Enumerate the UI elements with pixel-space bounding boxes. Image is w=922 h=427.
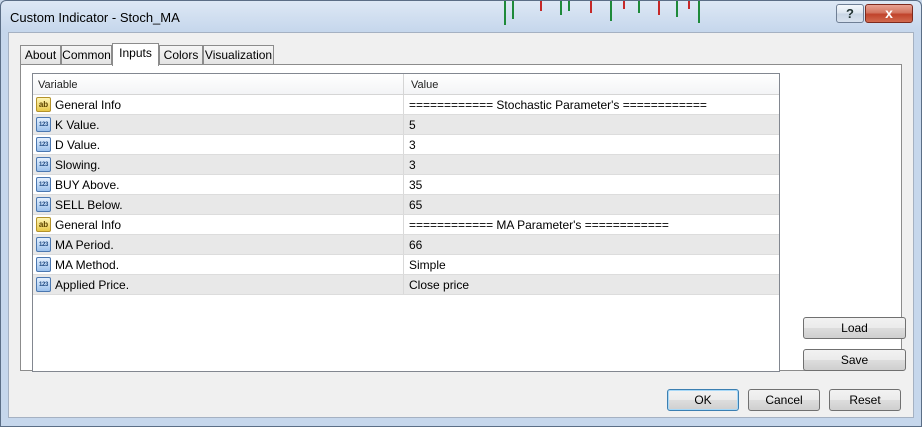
number-type-icon: 123 [36,277,51,292]
help-icon: ? [846,6,854,21]
value-cell[interactable]: Simple [409,255,446,275]
cell-divider [403,275,404,295]
tab-about[interactable]: About [20,45,61,65]
value-cell[interactable]: 3 [409,155,416,175]
title-bar[interactable]: Custom Indicator - Stoch_MA ? x [1,1,921,33]
cell-divider [403,195,404,215]
cell-divider [403,115,404,135]
variable-cell: General Info [55,218,122,232]
cancel-button[interactable]: Cancel [748,389,820,411]
tab-inputs[interactable]: Inputs [112,43,159,66]
table-row[interactable]: 123 D Value. 3 [33,135,779,155]
value-cell[interactable]: 65 [409,195,422,215]
background-chart-glimpse [504,1,700,25]
value-cell[interactable]: 5 [409,115,416,135]
inputs-grid: Variable Value ab General Info ===========… [32,73,780,372]
table-row[interactable]: ab General Info ============ Stochastic Pa… [33,95,779,115]
cell-divider [403,155,404,175]
number-type-icon: 123 [36,197,51,212]
column-header-value[interactable]: Value [411,74,438,94]
reset-button[interactable]: Reset [829,389,901,411]
cell-divider [403,235,404,255]
cell-divider [403,255,404,275]
close-icon: x [885,5,893,21]
number-type-icon: 123 [36,157,51,172]
number-type-icon: 123 [36,117,51,132]
string-type-icon: ab [36,97,51,112]
column-header-variable[interactable]: Variable [38,74,78,94]
table-row[interactable]: 123 MA Method. Simple [33,255,779,275]
load-button[interactable]: Load [803,317,906,339]
tab-colors[interactable]: Colors [159,45,203,65]
variable-cell: MA Period. [55,238,114,252]
cell-divider [403,215,404,235]
ok-button[interactable]: OK [667,389,739,411]
string-type-icon: ab [36,217,51,232]
variable-cell: Slowing. [55,158,101,172]
variable-cell: BUY Above. [55,178,120,192]
column-divider[interactable] [403,74,404,94]
value-cell[interactable]: 3 [409,135,416,155]
variable-cell: K Value. [55,118,100,132]
inputs-tab-page: Variable Value ab General Info ===========… [20,64,906,372]
number-type-icon: 123 [36,137,51,152]
save-button[interactable]: Save [803,349,906,371]
row-gridline [33,294,779,295]
value-cell[interactable]: Close price [409,275,469,295]
table-row[interactable]: ab General Info ============ MA Parameter'… [33,215,779,235]
value-cell[interactable]: ============ Stochastic Parameter's ====… [409,95,707,115]
number-type-icon: 123 [36,257,51,272]
table-row[interactable]: 123 SELL Below. 65 [33,195,779,215]
number-type-icon: 123 [36,177,51,192]
cell-divider [403,175,404,195]
value-cell[interactable]: 35 [409,175,422,195]
cell-divider [403,95,404,115]
help-button[interactable]: ? [836,4,864,23]
number-type-icon: 123 [36,237,51,252]
variable-cell: D Value. [55,138,101,152]
table-row[interactable]: 123 K Value. 5 [33,115,779,135]
tab-common[interactable]: Common [61,45,112,65]
grid-header: Variable Value [33,74,779,95]
tab-visualization[interactable]: Visualization [203,45,274,65]
dialog-client-area: About Common Inputs Colors Visualization… [8,32,914,418]
table-row[interactable]: 123 Slowing. 3 [33,155,779,175]
close-button[interactable]: x [865,4,913,23]
window-title: Custom Indicator - Stoch_MA [10,10,180,25]
value-cell[interactable]: 66 [409,235,422,255]
table-row[interactable]: 123 MA Period. 66 [33,235,779,255]
variable-cell: MA Method. [55,258,120,272]
table-row[interactable]: 123 Applied Price. Close price [33,275,779,295]
cell-divider [403,135,404,155]
value-cell[interactable]: ============ MA Parameter's ============ [409,215,669,235]
dialog-window: Custom Indicator - Stoch_MA ? x About Co… [0,0,922,427]
table-row[interactable]: 123 BUY Above. 35 [33,175,779,195]
variable-cell: SELL Below. [55,198,123,212]
variable-cell: General Info [55,98,122,112]
variable-cell: Applied Price. [55,278,130,292]
